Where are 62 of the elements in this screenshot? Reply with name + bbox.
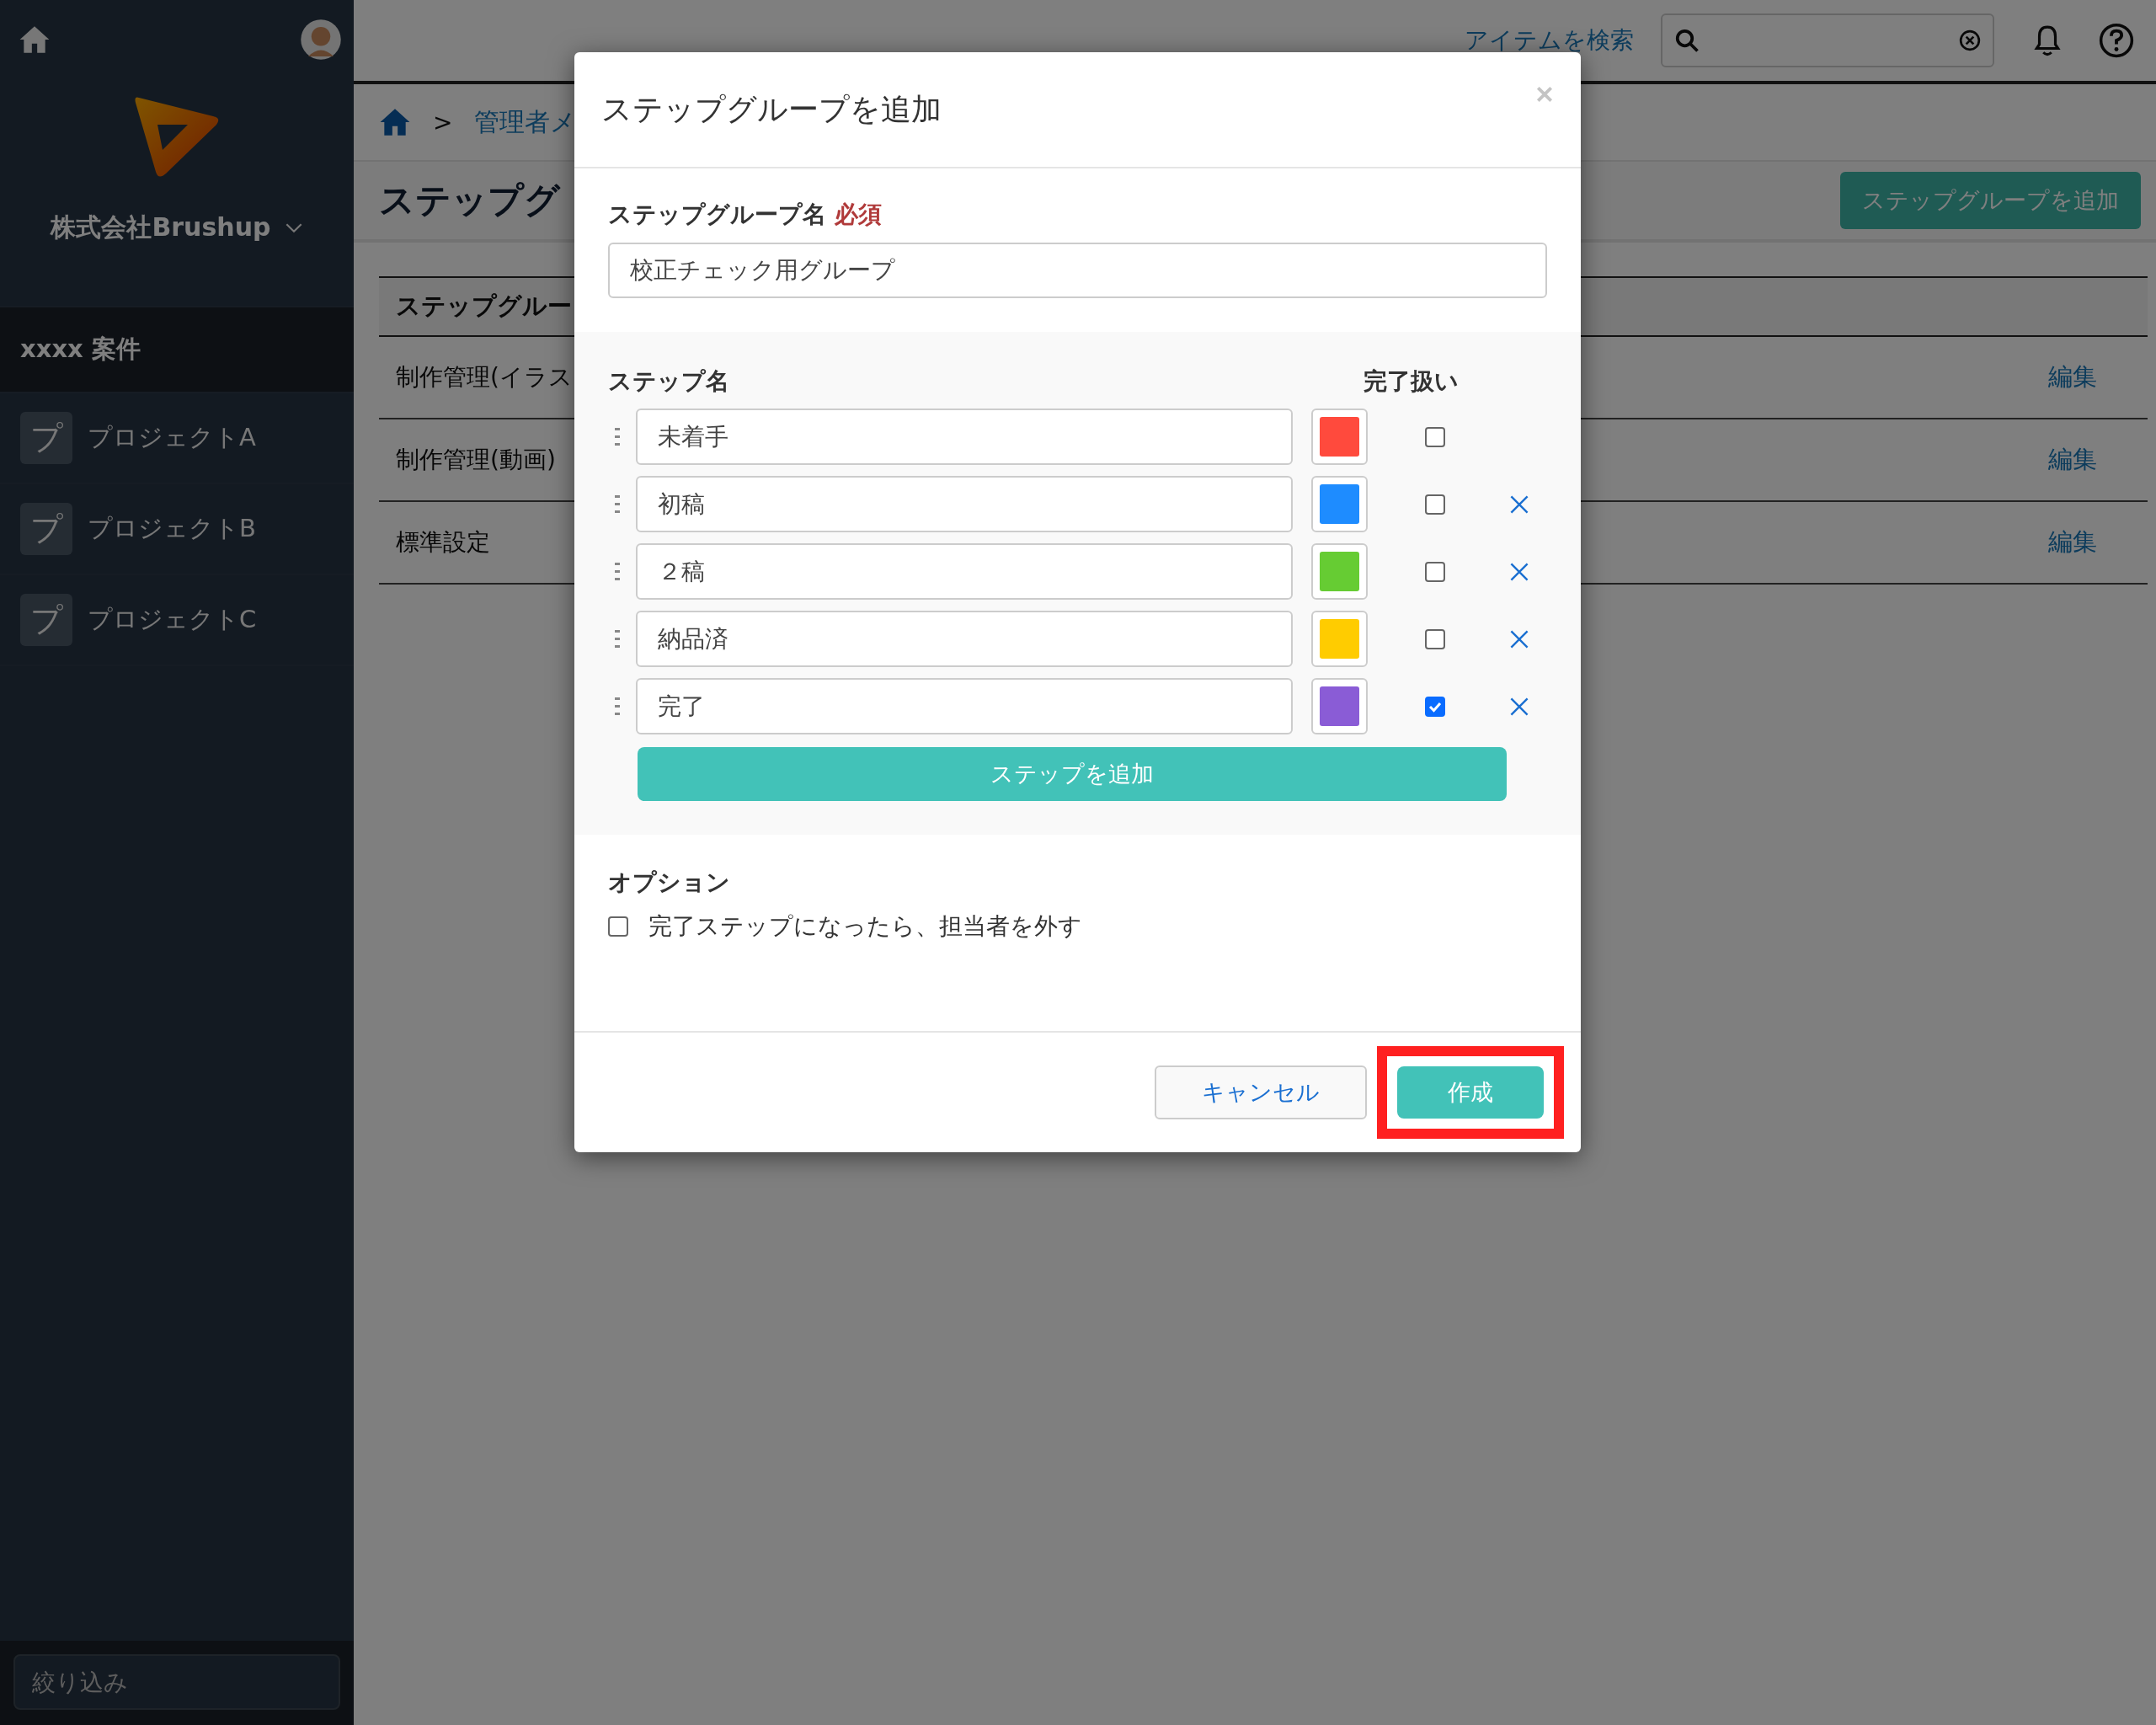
step-name-field[interactable]: 完了 bbox=[636, 678, 1293, 734]
remove-icon[interactable] bbox=[1509, 561, 1529, 582]
table-cell-text: 標準設定 bbox=[396, 527, 490, 558]
column-label: 完了扱い bbox=[1364, 366, 1459, 397]
project-avatar-icon: プ bbox=[20, 503, 72, 555]
option-label: 完了ステップになったら、担当者を外す bbox=[648, 911, 1082, 942]
checkbox[interactable] bbox=[1425, 426, 1445, 447]
checkbox[interactable] bbox=[1425, 628, 1445, 649]
color-picker[interactable] bbox=[1311, 409, 1368, 465]
table-cell-text: 制作管理(動画) bbox=[396, 445, 556, 475]
step-name-field[interactable]: 未着手 bbox=[636, 409, 1293, 465]
project-item[interactable]: プ プロジェクトA bbox=[0, 393, 354, 484]
step-name-field[interactable]: ２稿 bbox=[636, 543, 1293, 600]
checkbox[interactable] bbox=[1425, 561, 1445, 582]
project-name: プロジェクトB bbox=[88, 513, 256, 544]
drag-handle-icon[interactable] bbox=[615, 628, 620, 650]
drag-handle-icon[interactable] bbox=[615, 560, 620, 583]
edit-link[interactable]: 編集 bbox=[2048, 443, 2097, 477]
project-name: プロジェクトC bbox=[88, 604, 257, 635]
edit-link[interactable]: 編集 bbox=[2048, 526, 2097, 559]
filter-field[interactable]: 絞り込み bbox=[13, 1654, 340, 1710]
field-label: ステップグループ名 必須 bbox=[608, 200, 883, 230]
checkbox[interactable] bbox=[608, 916, 628, 937]
project-avatar-icon: プ bbox=[20, 412, 72, 464]
group-name-field[interactable]: 校正チェック用グループ bbox=[608, 243, 1547, 298]
drag-handle-icon[interactable] bbox=[615, 493, 620, 515]
checkbox[interactable] bbox=[1425, 494, 1445, 515]
project-name: プロジェクトA bbox=[88, 422, 256, 453]
color-picker[interactable] bbox=[1311, 678, 1368, 734]
section-label: オプション bbox=[608, 868, 731, 898]
breadcrumb-link[interactable]: 管理者メ bbox=[474, 104, 577, 140]
avatar-icon[interactable] bbox=[300, 19, 342, 61]
edit-link[interactable]: 編集 bbox=[2048, 360, 2097, 394]
clear-icon[interactable] bbox=[1959, 29, 1981, 51]
create-button[interactable]: 作成 bbox=[1397, 1066, 1544, 1119]
add-step-button[interactable]: ステップを追加 bbox=[638, 747, 1507, 801]
help-icon[interactable] bbox=[2099, 23, 2134, 58]
remove-icon[interactable] bbox=[1509, 628, 1529, 649]
table-cell-text: 制作管理(イラス bbox=[396, 362, 573, 393]
cancel-button[interactable]: キャンセル bbox=[1155, 1065, 1367, 1119]
color-picker[interactable] bbox=[1311, 543, 1368, 600]
company-selector[interactable]: 株式会社Brushup bbox=[0, 184, 354, 306]
drag-handle-icon[interactable] bbox=[615, 425, 620, 448]
project-item[interactable]: プ プロジェクトB bbox=[0, 484, 354, 575]
color-picker[interactable] bbox=[1311, 476, 1368, 532]
dialog-title: ステップグループを追加 bbox=[601, 90, 942, 128]
step-name-field[interactable]: 納品済 bbox=[636, 611, 1293, 667]
project-avatar-icon: プ bbox=[20, 594, 72, 646]
search-field[interactable] bbox=[1661, 13, 1994, 67]
search-icon bbox=[1674, 28, 1700, 53]
checkbox[interactable] bbox=[1425, 696, 1445, 717]
section-heading: xxxx 案件 bbox=[0, 306, 354, 393]
chevron-down-icon bbox=[284, 222, 303, 233]
step-name-field[interactable]: 初稿 bbox=[636, 476, 1293, 532]
drag-handle-icon[interactable] bbox=[615, 695, 620, 718]
project-item[interactable]: プ プロジェクトC bbox=[0, 575, 354, 666]
color-picker[interactable] bbox=[1311, 611, 1368, 667]
page-title: ステップグ bbox=[379, 179, 560, 222]
column-label: ステップ名 bbox=[608, 366, 729, 397]
remove-icon[interactable] bbox=[1509, 494, 1529, 515]
breadcrumb-separator: > bbox=[433, 108, 453, 136]
remove-icon[interactable] bbox=[1509, 696, 1529, 717]
